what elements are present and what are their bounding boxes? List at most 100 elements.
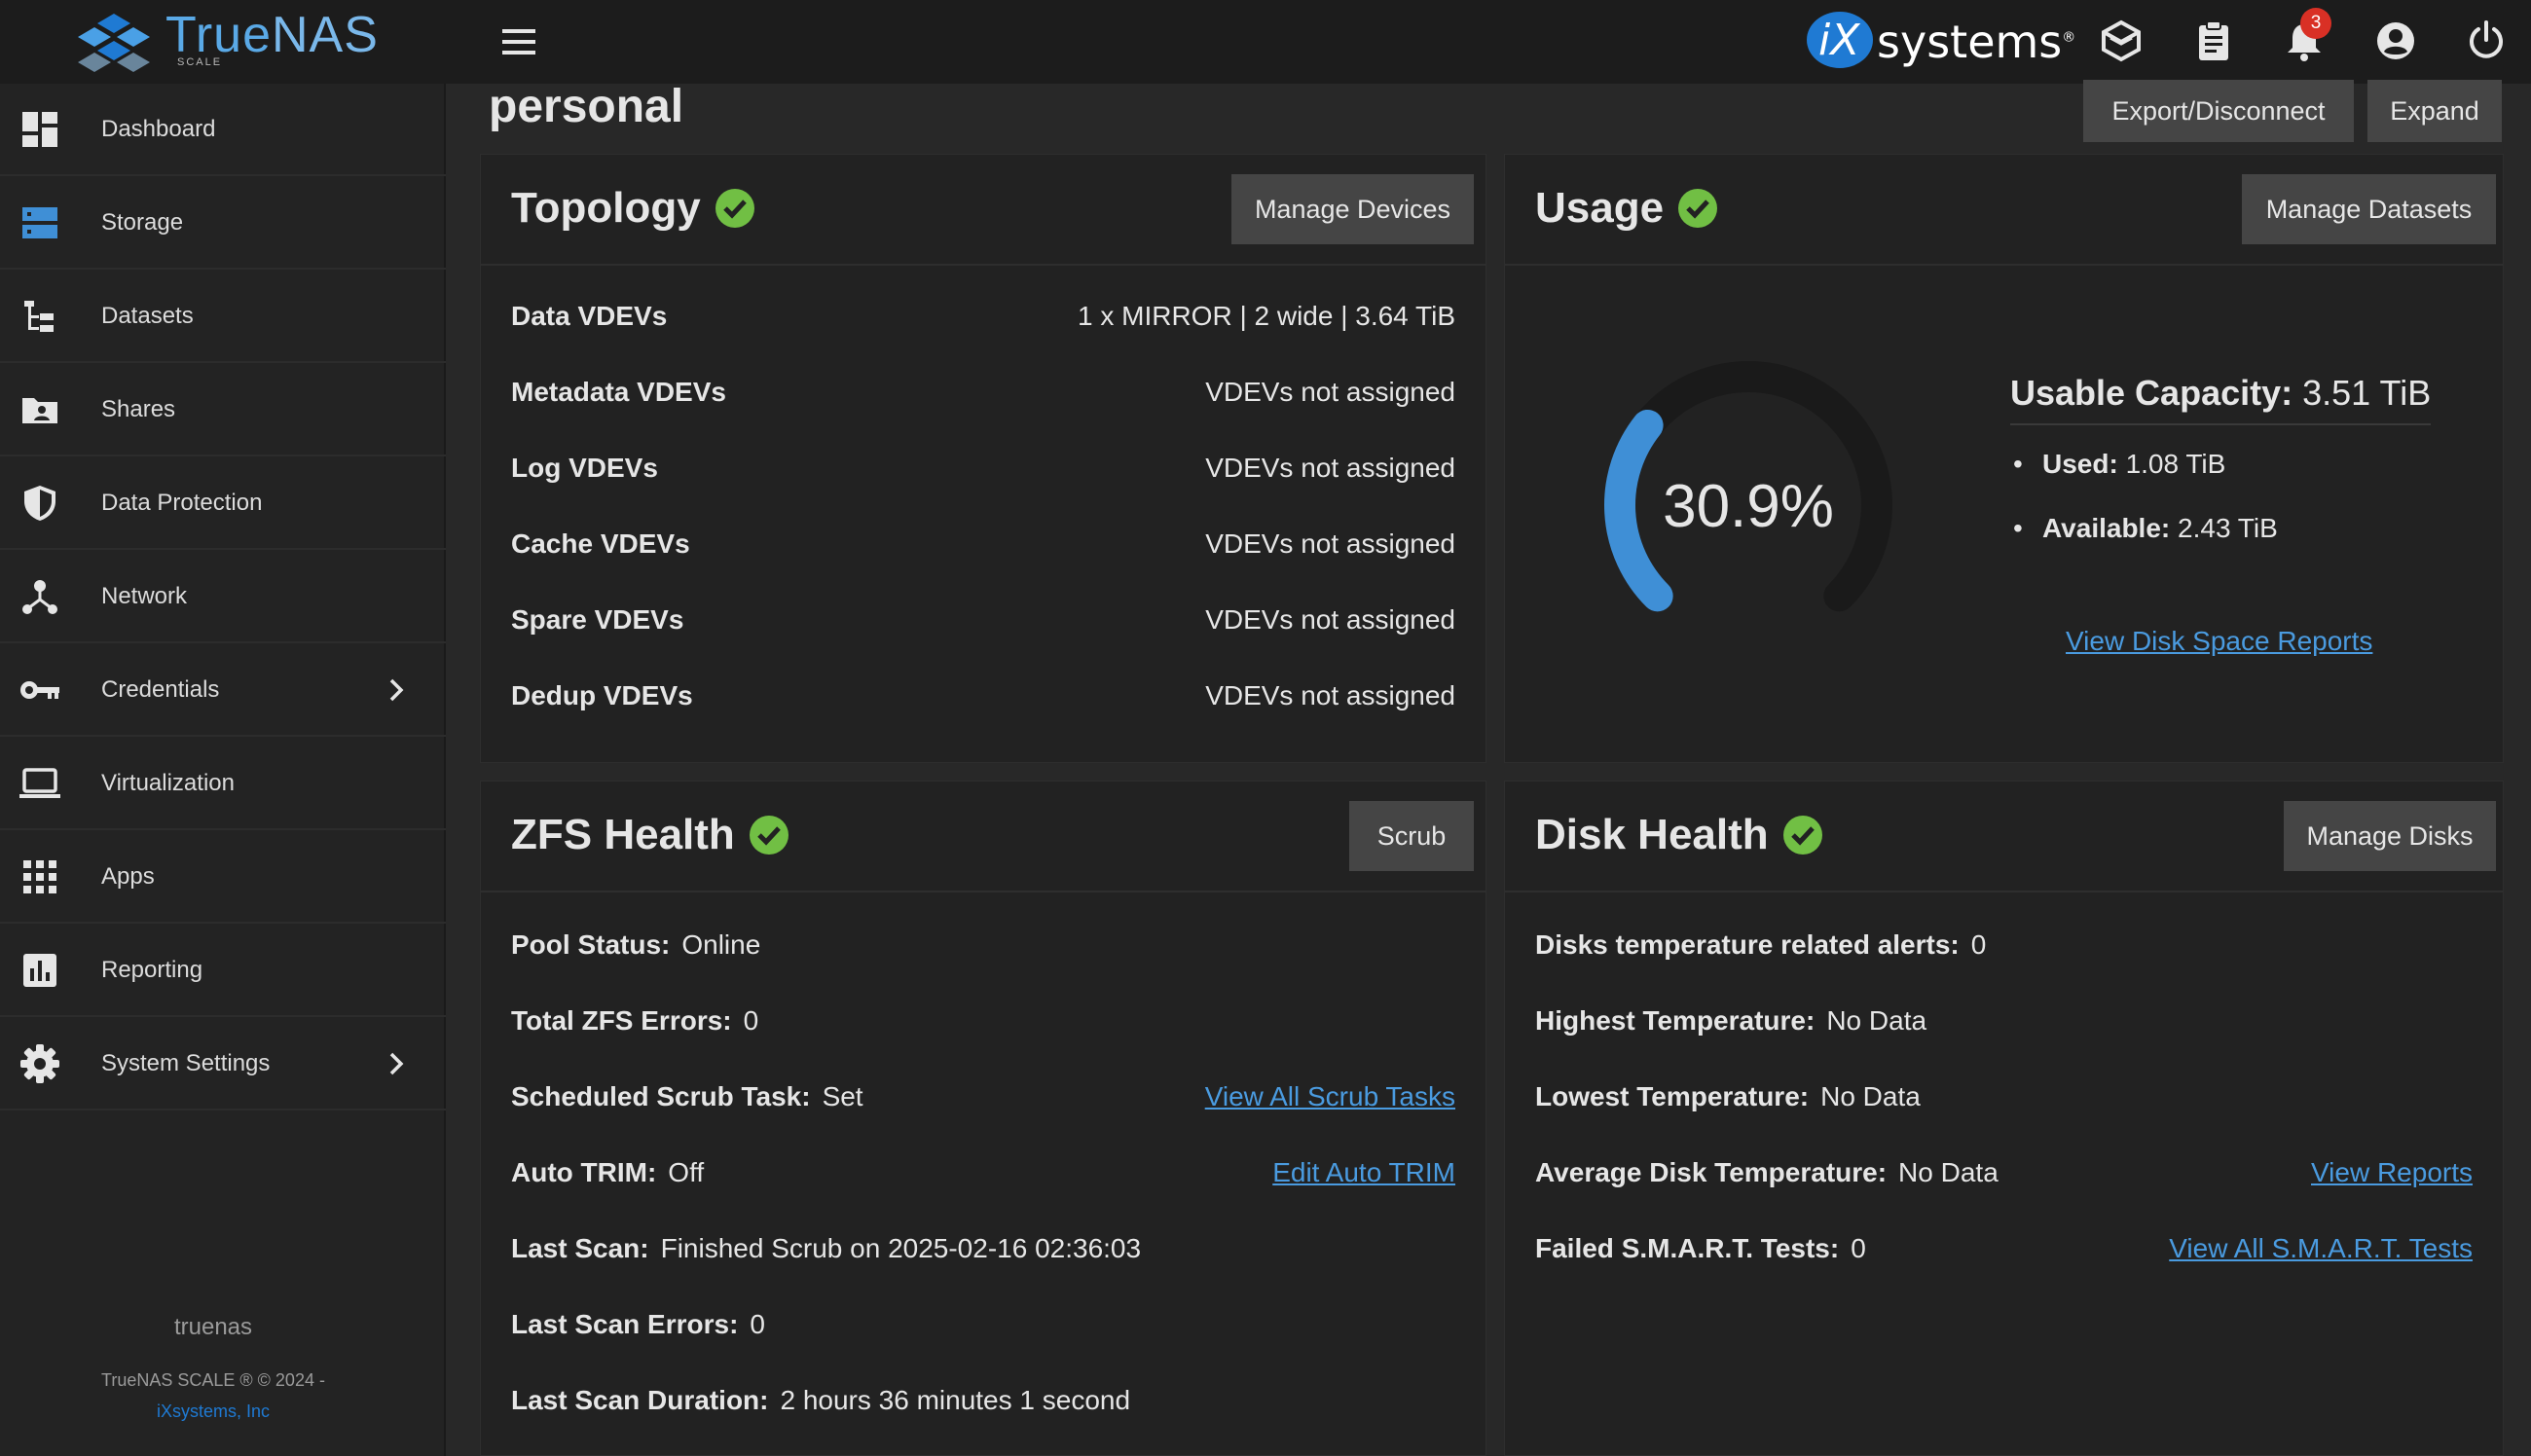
clipboard-icon xyxy=(2199,20,2228,60)
sidebar-item-credentials[interactable]: Credentials xyxy=(0,644,446,737)
sidebar-item-shares[interactable]: Shares xyxy=(0,364,446,456)
last-scan-row: Last Scan: Finished Scrub on 2025-02-16 0… xyxy=(511,1233,1142,1263)
failed-smart-row: Failed S.M.A.R.T. Tests: 0 View All S.M.A.… xyxy=(1535,1233,2473,1264)
topology-row: Cache VDEVs VDEVs not assigned xyxy=(511,528,1455,559)
menu-toggle-button[interactable] xyxy=(496,19,541,64)
sidebar-item-system-settings[interactable]: System Settings xyxy=(0,1018,446,1110)
card-title: Disk Health xyxy=(1535,811,1823,859)
card-header: Topology Manage Devices xyxy=(481,155,1486,266)
export-disconnect-button[interactable]: Export/Disconnect xyxy=(2083,80,2354,142)
gauge-percent-label: 30.9% xyxy=(1663,473,1834,540)
page-title: personal xyxy=(489,81,684,132)
power-button[interactable] xyxy=(2457,12,2515,70)
brand-name: TrueNAS xyxy=(165,7,379,63)
gear-icon xyxy=(18,1041,62,1086)
available-item: Available: 2.43 TiB xyxy=(2013,513,2278,544)
manage-datasets-button[interactable]: Manage Datasets xyxy=(2242,174,2496,244)
sidebar-item-storage[interactable]: Storage xyxy=(0,177,446,270)
card-header: ZFS Health Scrub xyxy=(481,782,1486,892)
sidebar-item-label: Data Protection xyxy=(101,489,263,516)
topology-row: Data VDEVs 1 x MIRROR | 2 wide | 3.64 TiB xyxy=(511,301,1455,331)
topology-row: Metadata VDEVs VDEVs not assigned xyxy=(511,377,1455,407)
account-button[interactable] xyxy=(2366,12,2425,70)
key-icon xyxy=(18,668,62,712)
storage-icon xyxy=(18,200,62,245)
auto-trim-row: Auto TRIM: Off Edit Auto TRIM xyxy=(511,1157,1455,1188)
manage-devices-button[interactable]: Manage Devices xyxy=(1231,174,1474,244)
check-circle-icon xyxy=(749,816,789,855)
gauge-fill xyxy=(1604,409,1673,612)
sidebar-item-label: Virtualization xyxy=(101,769,235,796)
usage-card: Usage Manage Datasets 30.9% Usable Capac… xyxy=(1504,154,2504,763)
card-title: Usage xyxy=(1535,184,1718,233)
company-link[interactable]: iXsystems, Inc xyxy=(0,1401,426,1422)
sidebar-item-label: Apps xyxy=(101,862,155,890)
topology-card: Topology Manage Devices Data VDEVs 1 x MI… xyxy=(480,154,1486,763)
card-header: Usage Manage Datasets xyxy=(1505,155,2503,266)
view-disk-space-reports-link[interactable]: View Disk Space Reports xyxy=(2066,626,2372,657)
used-item: Used: 1.08 TiB xyxy=(2013,449,2225,480)
sidebar-item-datasets[interactable]: Datasets xyxy=(0,271,446,363)
truenas-logo[interactable]: TrueNAS SCALE xyxy=(70,4,378,78)
account-circle-icon xyxy=(2377,22,2414,59)
check-circle-icon xyxy=(1678,189,1718,228)
notification-count-badge: 3 xyxy=(2300,8,2331,39)
view-all-smart-tests-link[interactable]: View All S.M.A.R.T. Tests xyxy=(2169,1233,2473,1264)
hamburger-icon xyxy=(502,29,535,55)
notifications-button[interactable]: 3 xyxy=(2275,8,2333,70)
avg-temp-row: Average Disk Temperature: No Data View Rep… xyxy=(1535,1157,2473,1188)
sidebar-item-dashboard[interactable]: Dashboard xyxy=(0,84,446,176)
sidebar-item-network[interactable]: Network xyxy=(0,551,446,643)
scheduled-scrub-row: Scheduled Scrub Task: Set View All Scrub T… xyxy=(511,1081,1455,1112)
power-icon xyxy=(2470,20,2503,58)
disk-health-card: Disk Health Manage Disks Disks temperatu… xyxy=(1504,781,2504,1456)
view-reports-link[interactable]: View Reports xyxy=(2311,1157,2473,1188)
ixsystems-logo[interactable]: iX systems® xyxy=(1807,8,2075,76)
sidebar-item-data-protection[interactable]: Data Protection xyxy=(0,457,446,550)
usable-capacity: Usable Capacity: 3.51 TiB xyxy=(2010,373,2432,425)
zfs-health-card: ZFS Health Scrub Pool Status: Online Tota… xyxy=(480,781,1486,1456)
manage-disks-button[interactable]: Manage Disks xyxy=(2284,801,2496,871)
top-bar: TrueNAS SCALE iX systems® 3 xyxy=(0,0,2531,84)
expand-button[interactable]: Expand xyxy=(2367,80,2502,142)
check-circle-icon xyxy=(1782,816,1822,855)
ix-mark: iX xyxy=(1818,16,1860,65)
chevron-right-icon xyxy=(389,678,404,701)
reporting-icon xyxy=(18,948,62,993)
scrub-button[interactable]: Scrub xyxy=(1349,801,1474,871)
sidebar-item-apps[interactable]: Apps xyxy=(0,831,446,924)
pool-status-row: Pool Status: Online xyxy=(511,929,761,960)
brand-edition: SCALE xyxy=(177,56,223,68)
lowest-temp-row: Lowest Temperature: No Data xyxy=(1535,1081,1921,1111)
sidebar-item-virtualization[interactable]: Virtualization xyxy=(0,738,446,830)
card-header: Disk Health Manage Disks xyxy=(1505,782,2503,892)
sidebar-item-label: Storage xyxy=(101,208,184,236)
sidebar-item-label: Datasets xyxy=(101,302,194,329)
sidebar-item-label: Reporting xyxy=(101,956,203,983)
sidebar-item-label: Dashboard xyxy=(101,115,216,142)
card-title: ZFS Health xyxy=(511,811,789,859)
edit-auto-trim-link[interactable]: Edit Auto TRIM xyxy=(1272,1157,1455,1188)
truecommand-button[interactable] xyxy=(2092,12,2150,70)
copyright-text: TrueNAS SCALE ® © 2024 - xyxy=(101,1370,325,1390)
sidebar: Dashboard Storage Datasets Shares Data P… xyxy=(0,84,446,1456)
shield-icon xyxy=(18,481,62,526)
sidebar-item-label: Shares xyxy=(101,395,176,422)
sidebar-item-reporting[interactable]: Reporting xyxy=(0,925,446,1017)
view-all-scrub-tasks-link[interactable]: View All Scrub Tasks xyxy=(1205,1081,1455,1112)
network-icon xyxy=(18,574,62,619)
ix-systems-text: systems® xyxy=(1877,16,2076,68)
topology-row: Dedup VDEVs VDEVs not assigned xyxy=(511,680,1455,710)
total-zfs-errors-row: Total ZFS Errors: 0 xyxy=(511,1005,759,1036)
check-circle-icon xyxy=(715,189,754,228)
card-title: Topology xyxy=(511,184,755,233)
dashboard-icon xyxy=(18,107,62,152)
sidebar-item-label: Network xyxy=(101,582,188,609)
last-scan-errors-row: Last Scan Errors: 0 xyxy=(511,1309,765,1339)
topology-row: Spare VDEVs VDEVs not assigned xyxy=(511,604,1455,635)
usage-gauge: 30.9% xyxy=(1604,361,1892,612)
jobs-button[interactable] xyxy=(2184,12,2243,70)
sidebar-item-label: Credentials xyxy=(101,675,220,703)
truenas-mark-icon xyxy=(78,14,150,72)
topology-row: Log VDEVs VDEVs not assigned xyxy=(511,453,1455,483)
